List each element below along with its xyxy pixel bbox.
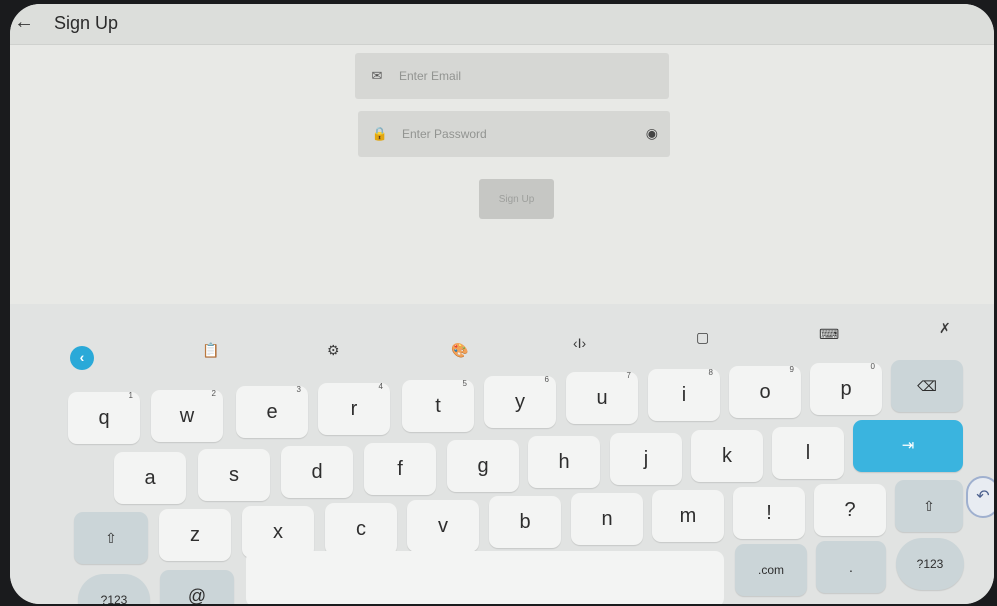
key-j[interactable]: j bbox=[610, 433, 682, 485]
undo-icon[interactable]: ↶ bbox=[966, 476, 994, 518]
mic-off-icon[interactable]: ✗ bbox=[939, 320, 951, 337]
key-r[interactable]: r4 bbox=[318, 382, 390, 435]
key-o[interactable]: o9 bbox=[729, 365, 801, 418]
password-field[interactable]: 🔒 ◉ bbox=[358, 111, 670, 157]
key-v[interactable]: v bbox=[407, 500, 479, 552]
chevron-left-icon[interactable]: ‹ bbox=[70, 346, 94, 370]
space-bar[interactable] bbox=[246, 551, 724, 604]
symbols-key-left[interactable]: ?123 bbox=[78, 574, 150, 604]
key-t[interactable]: t5 bbox=[402, 379, 474, 432]
period-key[interactable]: . bbox=[816, 541, 886, 593]
at-key[interactable]: @ bbox=[160, 570, 234, 604]
tab-arrow-icon: ⇥ bbox=[901, 437, 915, 454]
key-n[interactable]: n bbox=[571, 493, 643, 545]
shift-key-left[interactable]: ⇧ bbox=[74, 512, 148, 564]
key-exclamation[interactable]: ! bbox=[733, 487, 805, 539]
page-title: Sign Up bbox=[54, 13, 119, 33]
key-m[interactable]: m bbox=[652, 490, 724, 542]
dotcom-key[interactable]: .com bbox=[735, 544, 807, 596]
gear-icon[interactable]: ⚙ bbox=[327, 342, 340, 359]
key-q[interactable]: q1 bbox=[68, 391, 140, 444]
backspace-key[interactable]: ⌫ bbox=[891, 360, 963, 412]
eye-icon[interactable]: ◉ bbox=[646, 125, 658, 142]
key-c[interactable]: c bbox=[325, 503, 397, 555]
shift-key-right[interactable]: ⇧ bbox=[895, 480, 963, 532]
text-cursor-icon[interactable]: ‹I› bbox=[573, 335, 586, 351]
sign-up-button[interactable]: Sign Up bbox=[479, 179, 554, 219]
symbols-key-right[interactable]: ?123 bbox=[896, 538, 964, 590]
back-arrow-icon[interactable]: ← bbox=[14, 11, 34, 34]
key-l[interactable]: l bbox=[772, 427, 844, 479]
password-input[interactable] bbox=[400, 126, 624, 142]
key-z[interactable]: z bbox=[159, 509, 231, 561]
shift-icon: ⇧ bbox=[105, 530, 117, 546]
key-g[interactable]: g bbox=[447, 440, 519, 492]
on-screen-keyboard: ‹ 📋 ⚙ 🎨 ‹I› ▢ ⌨ ✗ q1 w2 e3 r4 t5 y6 u7 i… bbox=[10, 304, 994, 604]
key-question[interactable]: ? bbox=[814, 484, 886, 536]
top-app-bar: ← Sign Up bbox=[10, 4, 994, 45]
lock-icon: 🔒 bbox=[371, 126, 389, 141]
clipboard-icon[interactable]: 📋 bbox=[202, 342, 219, 359]
key-d[interactable]: d bbox=[281, 446, 353, 498]
backspace-icon: ⌫ bbox=[917, 378, 937, 394]
app-screen: ← Sign Up ✉ 🔒 ◉ Sign Up ‹ 📋 ⚙ 🎨 ‹I› ▢ ⌨ … bbox=[10, 4, 994, 604]
key-y[interactable]: y6 bbox=[484, 375, 556, 428]
key-f[interactable]: f bbox=[364, 443, 436, 495]
key-a[interactable]: a bbox=[114, 452, 186, 504]
key-w[interactable]: w2 bbox=[151, 389, 223, 442]
key-e[interactable]: e3 bbox=[236, 385, 308, 438]
envelope-icon: ✉ bbox=[371, 68, 383, 83]
key-i[interactable]: i8 bbox=[648, 368, 720, 421]
email-input[interactable] bbox=[397, 68, 621, 84]
key-b[interactable]: b bbox=[489, 496, 561, 548]
key-u[interactable]: u7 bbox=[566, 371, 638, 424]
keyboard-icon[interactable]: ⌨ bbox=[819, 326, 839, 343]
translate-icon[interactable]: ▢ bbox=[696, 329, 709, 346]
tab-key[interactable]: ⇥ bbox=[853, 420, 963, 472]
key-s[interactable]: s bbox=[198, 449, 270, 501]
key-h[interactable]: h bbox=[528, 436, 600, 488]
shift-icon: ⇧ bbox=[923, 498, 935, 514]
key-k[interactable]: k bbox=[691, 430, 763, 482]
key-p[interactable]: p0 bbox=[810, 362, 882, 415]
palette-icon[interactable]: 🎨 bbox=[451, 342, 468, 359]
email-field[interactable]: ✉ bbox=[355, 53, 669, 99]
